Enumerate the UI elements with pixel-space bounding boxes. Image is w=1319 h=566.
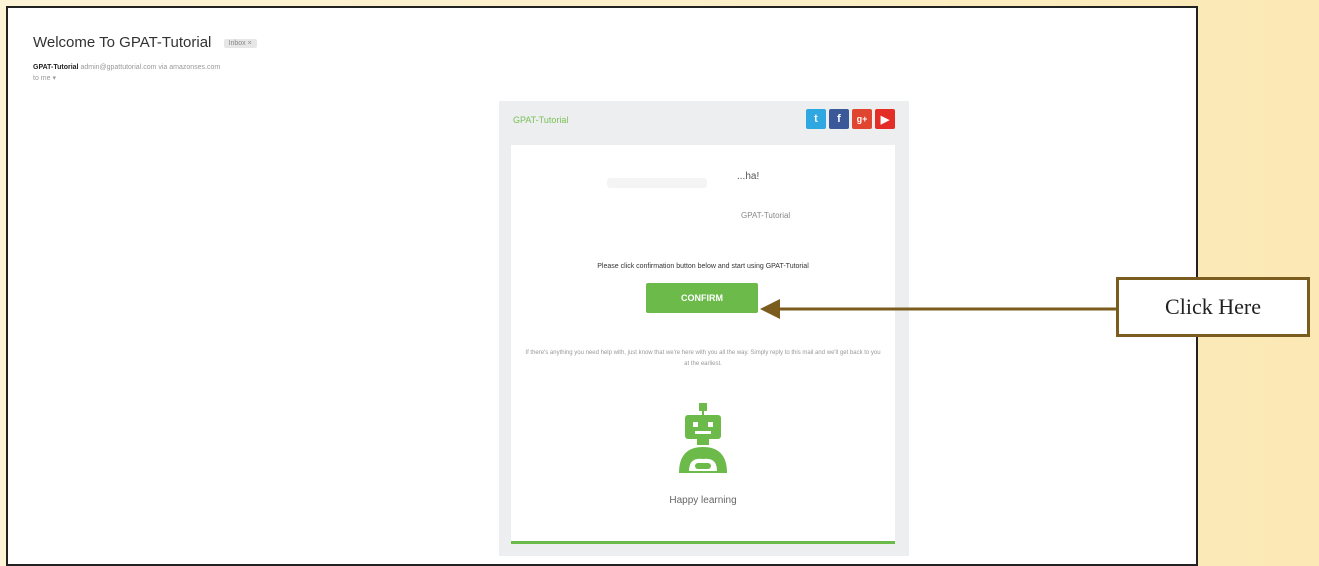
closing-text: Happy learning <box>669 495 737 506</box>
help-text: If there's anything you need help with, … <box>525 350 881 367</box>
confirm-button[interactable]: CONFIRM <box>646 283 758 313</box>
sender-line: GPAT-Tutorial admin@gpattutorial.com via… <box>33 64 220 71</box>
social-links: t f g+ ▶ <box>806 109 895 129</box>
inbox-badge[interactable]: Inbox × <box>223 38 257 48</box>
robot-mascot-icon <box>679 403 727 473</box>
email-card: GPAT-Tutorial t f g+ ▶ ...ha! GPAT-Tutor… <box>499 101 909 556</box>
subject-text: Welcome To GPAT-Tutorial <box>33 34 212 51</box>
greeting-text: ...ha! <box>737 171 760 182</box>
email-subject: Welcome To GPAT-Tutorial Inbox × <box>33 34 257 51</box>
from-name: GPAT-Tutorial <box>741 211 791 220</box>
sender-address: admin@gpattutorial.com via amazonses.com <box>80 64 221 71</box>
card-body: ...ha! GPAT-Tutorial Please click confir… <box>511 145 895 544</box>
facebook-icon[interactable]: f <box>829 109 849 129</box>
click-here-callout: Click Here <box>1116 277 1310 337</box>
callout-arrow <box>760 299 1118 319</box>
youtube-icon[interactable]: ▶ <box>875 109 895 129</box>
instruction-text: Please click confirmation button below a… <box>597 263 809 270</box>
recipient-dropdown[interactable]: to me ▾ <box>33 74 56 82</box>
card-header: GPAT-Tutorial t f g+ ▶ <box>499 101 909 141</box>
google-plus-icon[interactable]: g+ <box>852 109 872 129</box>
brand-name: GPAT-Tutorial <box>513 115 569 125</box>
sender-name: GPAT-Tutorial <box>33 64 79 71</box>
redacted-name <box>607 178 707 188</box>
twitter-icon[interactable]: t <box>806 109 826 129</box>
